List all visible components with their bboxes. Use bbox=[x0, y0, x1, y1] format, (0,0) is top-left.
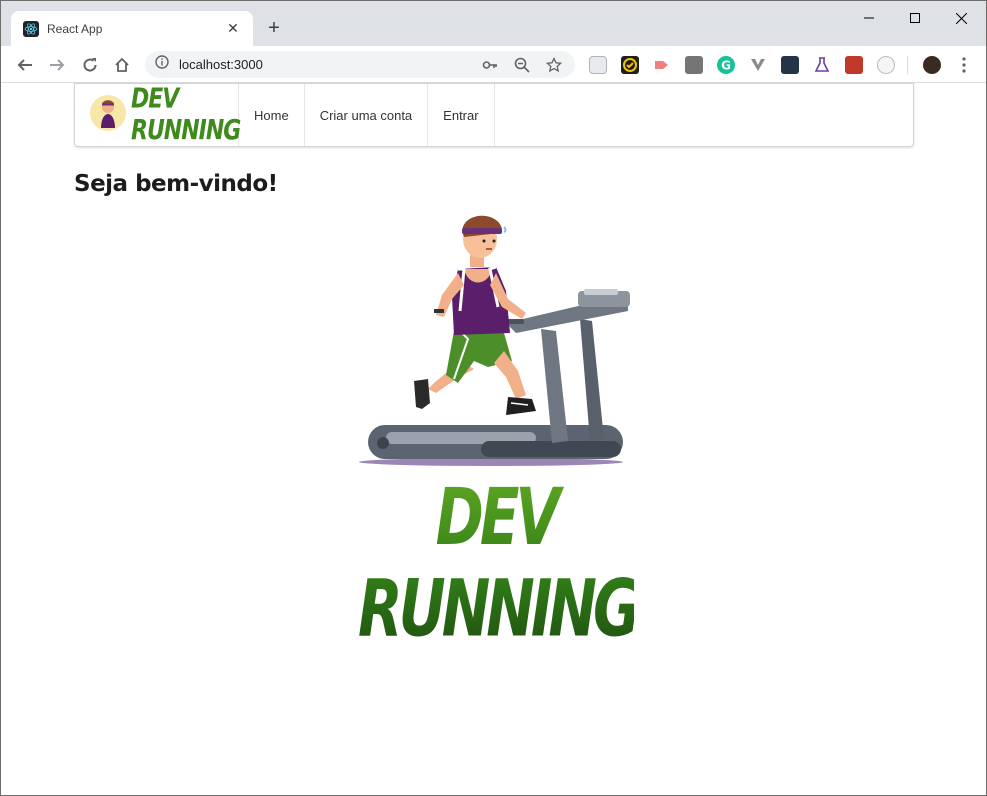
nav-criar-conta[interactable]: Criar uma conta bbox=[305, 84, 429, 146]
extension-image-icon[interactable] bbox=[685, 56, 703, 74]
tab-strip: React App ✕ + bbox=[1, 1, 986, 46]
menu-kebab-icon[interactable] bbox=[951, 52, 977, 78]
hero-logo-text: DEV RUNNING bbox=[358, 471, 641, 655]
extension-circle-icon[interactable] bbox=[877, 56, 895, 74]
zoom-out-icon[interactable] bbox=[511, 54, 533, 76]
tab-close-icon[interactable]: ✕ bbox=[225, 20, 241, 37]
key-icon[interactable] bbox=[479, 54, 501, 76]
brand-logo-link[interactable]: DEV RUNNING bbox=[75, 83, 241, 147]
main-navbar: DEV RUNNING Home Criar uma conta Entrar bbox=[74, 83, 914, 147]
page-title: Seja bem-vindo! bbox=[74, 171, 278, 197]
info-icon[interactable] bbox=[155, 55, 169, 74]
tab-react-app[interactable]: React App ✕ bbox=[11, 11, 253, 46]
new-tab-button[interactable]: + bbox=[263, 17, 285, 39]
extension-check-icon[interactable] bbox=[621, 56, 639, 74]
grammarly-icon[interactable]: G bbox=[717, 56, 735, 74]
nav-entrar[interactable]: Entrar bbox=[428, 84, 495, 146]
page-viewport: DEV RUNNING Home Criar uma conta Entrar … bbox=[1, 83, 986, 795]
reload-button[interactable] bbox=[77, 52, 103, 78]
browser-window: React App ✕ + localhost:3000 G DEV RUNNI… bbox=[0, 0, 987, 796]
close-window-button[interactable] bbox=[941, 7, 981, 29]
forward-button[interactable] bbox=[44, 52, 70, 78]
extension-flask-icon[interactable] bbox=[813, 56, 831, 74]
extension-cube-icon[interactable] bbox=[589, 56, 607, 74]
star-icon[interactable] bbox=[543, 54, 565, 76]
minimize-button[interactable] bbox=[849, 7, 889, 29]
brand-text: DEV RUNNING bbox=[131, 83, 241, 147]
extension-puzzle-icon[interactable] bbox=[845, 56, 863, 74]
url-text[interactable]: localhost:3000 bbox=[179, 57, 469, 72]
svg-text:G: G bbox=[721, 59, 731, 73]
extension-v-icon[interactable] bbox=[749, 56, 767, 74]
maximize-button[interactable] bbox=[895, 7, 935, 29]
extension-arrow-icon[interactable] bbox=[653, 56, 671, 74]
browser-toolbar: localhost:3000 G bbox=[1, 46, 986, 83]
home-button[interactable] bbox=[109, 52, 135, 78]
tab-title: React App bbox=[47, 21, 103, 36]
address-bar[interactable]: localhost:3000 bbox=[145, 51, 575, 78]
nav-home[interactable]: Home bbox=[239, 84, 305, 146]
runner-avatar-icon bbox=[89, 94, 127, 137]
extension-u-icon[interactable] bbox=[781, 56, 799, 74]
react-icon bbox=[23, 20, 39, 37]
profile-avatar[interactable] bbox=[923, 56, 941, 74]
toolbar-divider bbox=[907, 56, 908, 74]
back-button[interactable] bbox=[12, 52, 38, 78]
